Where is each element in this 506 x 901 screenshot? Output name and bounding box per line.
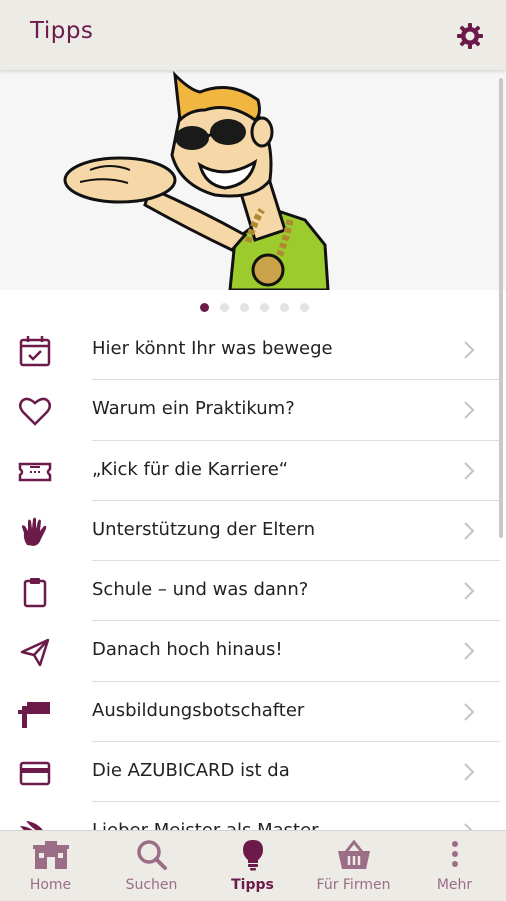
home-icon (33, 841, 69, 869)
bottom-tab-bar: Home Suchen Tipps Für Firmen Mehr (0, 830, 506, 901)
chevron-right-icon (464, 341, 475, 359)
chevron-right-icon (464, 703, 475, 721)
tab-suchen[interactable]: Suchen (101, 831, 202, 901)
list-item-label: Danach hoch hinaus! (92, 639, 283, 661)
tab-label: Home (29, 877, 72, 893)
list-item-label: Die AZUBICARD ist da (92, 760, 290, 782)
chevron-right-icon (464, 763, 475, 781)
list-item-label: Warum ein Praktikum? (92, 398, 295, 420)
carousel-pagination (0, 300, 506, 314)
tab-tipps[interactable]: Tipps (202, 831, 303, 901)
flag-icon (18, 701, 50, 728)
scrollbar[interactable] (499, 78, 503, 538)
chevron-right-icon (464, 582, 475, 600)
tab-mehr[interactable]: Mehr (404, 831, 505, 901)
list-item[interactable]: Hier könnt Ihr was bewege (0, 320, 500, 381)
list-item-label: Ausbildungsbotschafter (92, 699, 305, 721)
basket-icon (338, 839, 370, 869)
calendar-check-icon (19, 336, 51, 367)
tab-label: Mehr (436, 877, 473, 893)
gear-icon[interactable] (456, 22, 484, 50)
more-vertical-icon (452, 841, 458, 867)
tab-label: Tipps (231, 877, 274, 893)
lightbulb-icon (243, 840, 263, 871)
list-item-label: Schule – und was dann? (92, 579, 309, 601)
list-item[interactable]: Warum ein Praktikum? (0, 380, 500, 441)
hand-icon (22, 517, 47, 546)
cartoon-character-image (0, 70, 506, 290)
carousel-dot[interactable] (220, 303, 229, 312)
list-item[interactable]: Die AZUBICARD ist da (0, 742, 500, 803)
carousel-dot[interactable] (200, 303, 209, 312)
list-item[interactable]: Danach hoch hinaus! (0, 621, 500, 682)
list-item[interactable]: Schule – und was dann? (0, 561, 500, 622)
carousel-dot[interactable] (280, 303, 289, 312)
carousel-dot[interactable] (240, 303, 249, 312)
tab-home[interactable]: Home (0, 831, 101, 901)
chevron-right-icon (464, 401, 475, 420)
chevron-right-icon (464, 461, 475, 480)
chevron-right-icon (464, 642, 475, 661)
tab-fuer-firmen[interactable]: Für Firmen (303, 831, 404, 901)
list-item-label: Hier könnt Ihr was bewege (92, 338, 333, 359)
search-icon (137, 840, 167, 870)
list-item[interactable]: Unterstützung der Eltern (0, 501, 500, 562)
tab-label: Suchen (125, 877, 178, 893)
paper-plane-icon (20, 639, 50, 667)
tips-list: Hier könnt Ihr was bewege Warum ein Prak… (0, 320, 500, 863)
app-header: Tipps (0, 0, 506, 70)
page-title: Tipps (30, 18, 94, 44)
ticket-icon (18, 462, 52, 481)
carousel-banner[interactable] (0, 70, 506, 290)
credit-card-icon (19, 761, 51, 786)
list-item[interactable]: „Kick für die Karriere“ (0, 441, 500, 501)
heart-icon (19, 397, 51, 427)
clipboard-icon (23, 578, 47, 608)
tab-label: Für Firmen (316, 877, 391, 893)
chevron-right-icon (464, 522, 475, 540)
list-item-label: „Kick für die Karriere“ (92, 458, 289, 480)
list-item[interactable]: Ausbildungsbotschafter (0, 682, 500, 743)
carousel-dot[interactable] (300, 303, 309, 312)
carousel-dot[interactable] (260, 303, 269, 312)
list-item-label: Unterstützung der Eltern (92, 518, 316, 540)
